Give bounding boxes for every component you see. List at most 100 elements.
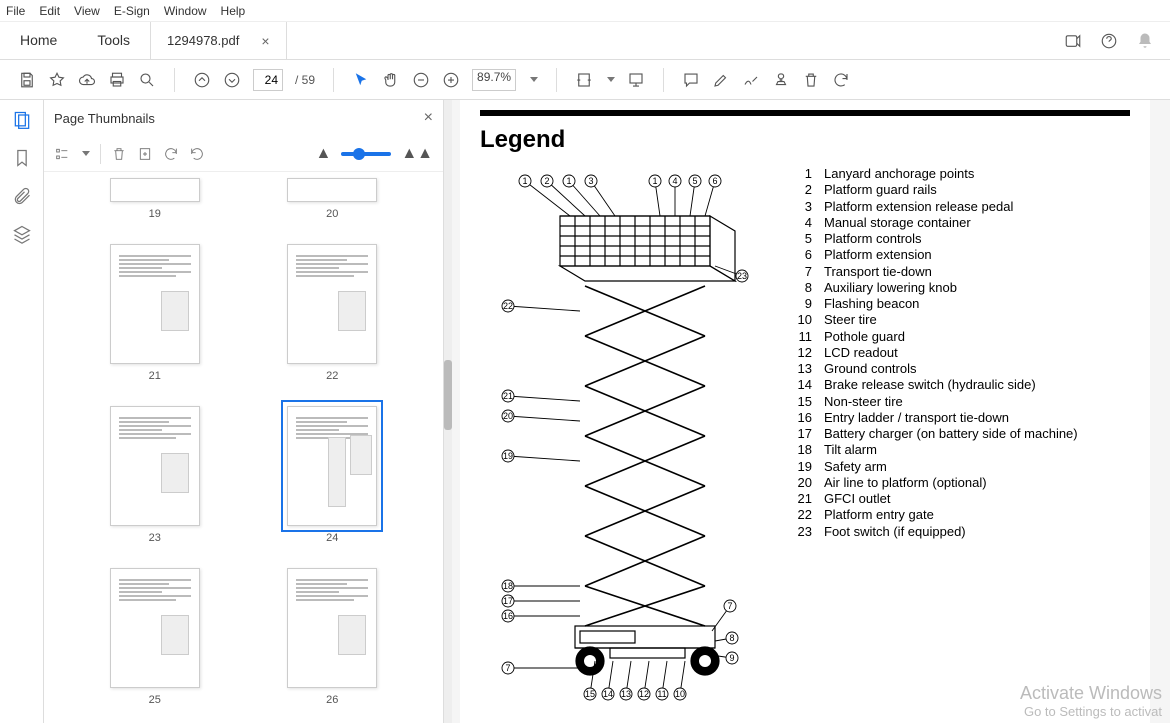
zoom-dropdown-icon[interactable] — [530, 77, 538, 82]
svg-text:20: 20 — [503, 411, 513, 421]
page-down-icon[interactable] — [223, 71, 241, 89]
legend-text: Platform extension — [824, 247, 932, 263]
legend-text: Ground controls — [824, 361, 917, 377]
menu-file[interactable]: File — [6, 4, 25, 18]
thumbnail-page-22[interactable]: 22 — [254, 244, 412, 382]
svg-text:15: 15 — [585, 689, 595, 699]
rotate-icon[interactable] — [832, 71, 850, 89]
doc-scrollbar-thumb[interactable] — [444, 360, 452, 430]
cloud-icon[interactable] — [78, 71, 96, 89]
legend-number: 12 — [792, 345, 812, 361]
thumbnail-page-24[interactable]: 24 — [254, 406, 412, 544]
svg-text:9: 9 — [729, 653, 734, 663]
zoom-in-icon[interactable] — [442, 71, 460, 89]
read-mode-icon[interactable] — [627, 71, 645, 89]
page-up-icon[interactable] — [193, 71, 211, 89]
thumb-redo-icon[interactable] — [189, 146, 205, 162]
highlight-icon[interactable] — [712, 71, 730, 89]
tab-document[interactable]: 1294978.pdf × — [150, 22, 286, 59]
help-icon[interactable] — [1100, 32, 1118, 50]
tab-close-icon[interactable]: × — [261, 33, 269, 49]
thumbnail-size-slider[interactable] — [341, 152, 391, 156]
thumbnails-tab-icon[interactable] — [12, 110, 32, 130]
legend-number: 11 — [792, 329, 812, 345]
tab-home[interactable]: Home — [0, 22, 77, 59]
thumb-extract-icon[interactable] — [137, 146, 153, 162]
zoom-out-icon[interactable] — [412, 71, 430, 89]
thumbnail-page-25[interactable]: 25 — [76, 568, 234, 706]
svg-text:4: 4 — [672, 176, 677, 186]
thumbnail-label: 19 — [149, 208, 161, 220]
svg-text:16: 16 — [503, 611, 513, 621]
legend-number: 16 — [792, 410, 812, 426]
legend-text: LCD readout — [824, 345, 898, 361]
legend-number: 6 — [792, 247, 812, 263]
save-icon[interactable] — [18, 71, 36, 89]
print-icon[interactable] — [108, 71, 126, 89]
legend-number: 3 — [792, 199, 812, 215]
share-icon[interactable] — [1064, 32, 1082, 50]
thumb-trash-icon[interactable] — [111, 146, 127, 162]
legend-text: Tilt alarm — [824, 442, 877, 458]
sign-icon[interactable] — [742, 71, 760, 89]
legend-row: 21GFCI outlet — [792, 491, 1078, 507]
thumbnails-close-icon[interactable]: × — [424, 109, 433, 127]
thumbnail-page-19[interactable]: 19 — [76, 178, 234, 220]
menu-esign[interactable]: E-Sign — [114, 4, 150, 18]
page-number-input[interactable] — [253, 69, 283, 91]
legend-row: 9Flashing beacon — [792, 296, 1078, 312]
document-viewport[interactable]: Legend — [444, 100, 1170, 723]
menu-window[interactable]: Window — [164, 4, 207, 18]
thumbnails-title: Page Thumbnails — [54, 111, 155, 126]
legend-number: 5 — [792, 231, 812, 247]
legend-row: 16Entry ladder / transport tie-down — [792, 410, 1078, 426]
tab-document-label: 1294978.pdf — [167, 33, 239, 48]
thumbnail-page-26[interactable]: 26 — [254, 568, 412, 706]
legend-row: 23Foot switch (if equipped) — [792, 524, 1078, 540]
menu-view[interactable]: View — [74, 4, 100, 18]
thumb-options-dropdown-icon[interactable] — [82, 151, 90, 156]
legend-row: 11Pothole guard — [792, 329, 1078, 345]
menu-edit[interactable]: Edit — [39, 4, 60, 18]
thumbnail-page-23[interactable]: 23 — [76, 406, 234, 544]
thumbnails-list[interactable]: 19202122232425262728 — [44, 172, 443, 723]
thumb-options-icon[interactable] — [54, 146, 70, 162]
menu-help[interactable]: Help — [221, 4, 246, 18]
thumbnails-panel: Page Thumbnails × ▲ ▲▲ 19202122232425262… — [44, 100, 444, 723]
legend-text: Manual storage container — [824, 215, 971, 231]
legend-row: 12 LCD readout — [792, 345, 1078, 361]
legend-text: Lanyard anchorage points — [824, 166, 974, 182]
bell-icon[interactable] — [1136, 32, 1154, 50]
legend-text: Non-steer tire — [824, 394, 903, 410]
thumbnail-page-20[interactable]: 20 — [254, 178, 412, 220]
legend-row: 18 Tilt alarm — [792, 442, 1078, 458]
stamp-icon[interactable] — [772, 71, 790, 89]
zoom-level[interactable]: 89.7% — [472, 69, 516, 91]
attachment-tab-icon[interactable] — [12, 186, 32, 206]
select-tool-icon[interactable] — [352, 71, 370, 89]
tab-tools[interactable]: Tools — [77, 22, 150, 59]
legend-number: 2 — [792, 182, 812, 198]
svg-text:22: 22 — [503, 301, 513, 311]
doc-header-rule — [480, 110, 1130, 116]
thumbnail-page-21[interactable]: 21 — [76, 244, 234, 382]
search-icon[interactable] — [138, 71, 156, 89]
fit-width-icon[interactable] — [575, 71, 593, 89]
bookmark-tab-icon[interactable] — [12, 148, 32, 168]
thumb-undo-icon[interactable] — [163, 146, 179, 162]
legend-text: Safety arm — [824, 459, 887, 475]
comment-icon[interactable] — [682, 71, 700, 89]
svg-text:11: 11 — [657, 689, 666, 699]
svg-text:7: 7 — [727, 601, 732, 611]
thumbnail-label: 26 — [326, 694, 338, 706]
trash-icon[interactable] — [802, 71, 820, 89]
hand-tool-icon[interactable] — [382, 71, 400, 89]
legend-row: 8Auxiliary lowering knob — [792, 280, 1078, 296]
svg-text:13: 13 — [621, 689, 631, 699]
star-icon[interactable] — [48, 71, 66, 89]
layers-tab-icon[interactable] — [12, 224, 32, 244]
legend-row: 1Lanyard anchorage points — [792, 166, 1078, 182]
legend-number: 18 — [792, 442, 812, 458]
fit-dropdown-icon[interactable] — [607, 77, 615, 82]
legend-row: 2Platform guard rails — [792, 182, 1078, 198]
